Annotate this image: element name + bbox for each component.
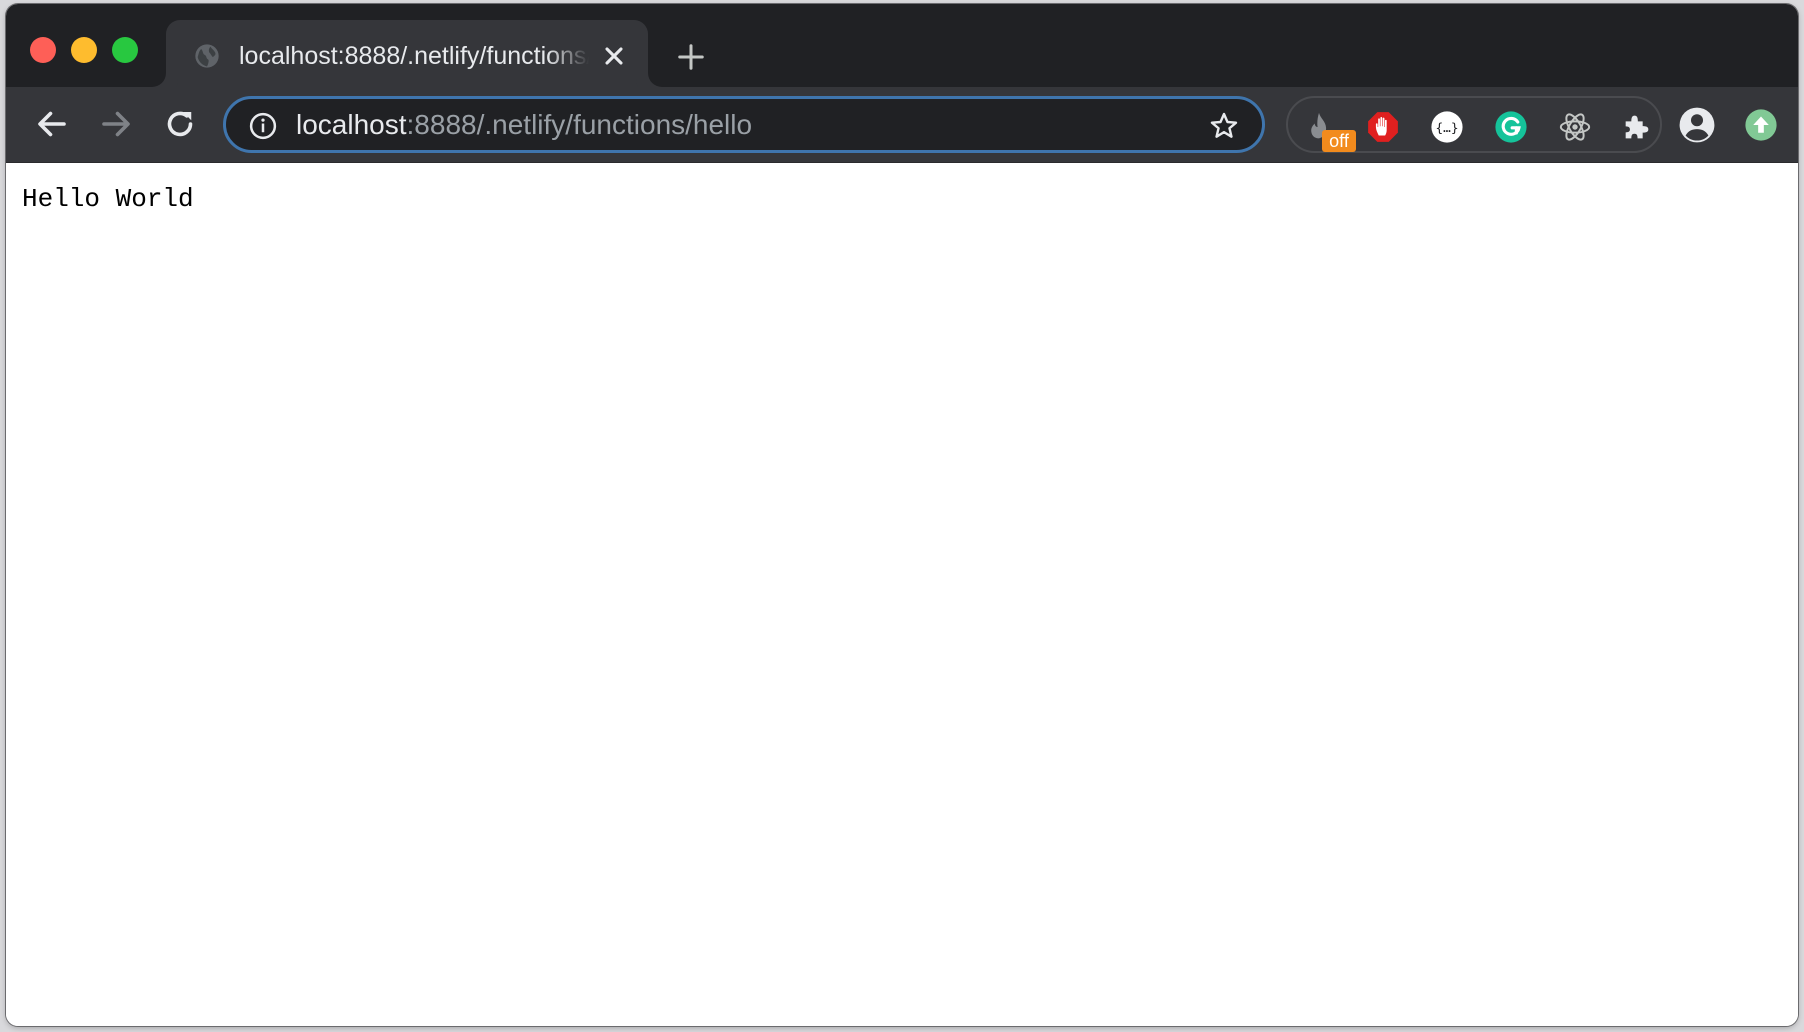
arrow-left-icon[interactable] (34, 106, 70, 142)
globe-icon (195, 44, 219, 68)
grammarly-icon[interactable] (1494, 110, 1528, 144)
toolbar: localhost:8888/.netlify/functions/hello … (6, 87, 1798, 163)
flame-extension-icon[interactable]: off (1302, 110, 1356, 152)
react-devtools-icon[interactable] (1558, 110, 1592, 144)
tab-title: localhost:8888/.netlify/functions/hello (239, 42, 589, 70)
window-close-button[interactable] (30, 37, 56, 63)
arrow-right-icon[interactable] (98, 106, 134, 142)
extensions-area: off {…} (1286, 96, 1662, 153)
close-icon[interactable] (600, 42, 628, 70)
window-maximize-button[interactable] (112, 37, 138, 63)
url-path: :8888/.netlify/functions/hello (406, 109, 753, 140)
url-host: localhost (296, 109, 407, 140)
tab-active[interactable]: localhost:8888/.netlify/functions/hello (166, 20, 648, 87)
reload-icon[interactable] (162, 106, 198, 142)
puzzle-extensions-icon[interactable] (1620, 110, 1654, 144)
response-body-text: Hello World (22, 184, 194, 214)
svg-text:{…}: {…} (1435, 121, 1458, 136)
address-bar[interactable]: localhost:8888/.netlify/functions/hello (223, 96, 1265, 153)
url-text[interactable]: localhost:8888/.netlify/functions/hello (296, 108, 752, 142)
plus-icon[interactable] (676, 42, 706, 72)
browser-window: localhost:8888/.netlify/functions/hello (6, 4, 1798, 1026)
extension-status-badge: off (1322, 130, 1356, 152)
json-formatter-icon[interactable]: {…} (1430, 110, 1464, 144)
adblock-hand-icon[interactable] (1366, 110, 1400, 144)
account-circle-icon[interactable] (1678, 106, 1716, 144)
update-arrow-icon[interactable] (1744, 108, 1778, 142)
tab-strip: localhost:8888/.netlify/functions/hello (6, 4, 1798, 87)
star-icon[interactable] (1208, 110, 1240, 142)
page-content: Hello World (6, 163, 1798, 1026)
info-icon[interactable] (248, 111, 278, 141)
window-minimize-button[interactable] (71, 37, 97, 63)
